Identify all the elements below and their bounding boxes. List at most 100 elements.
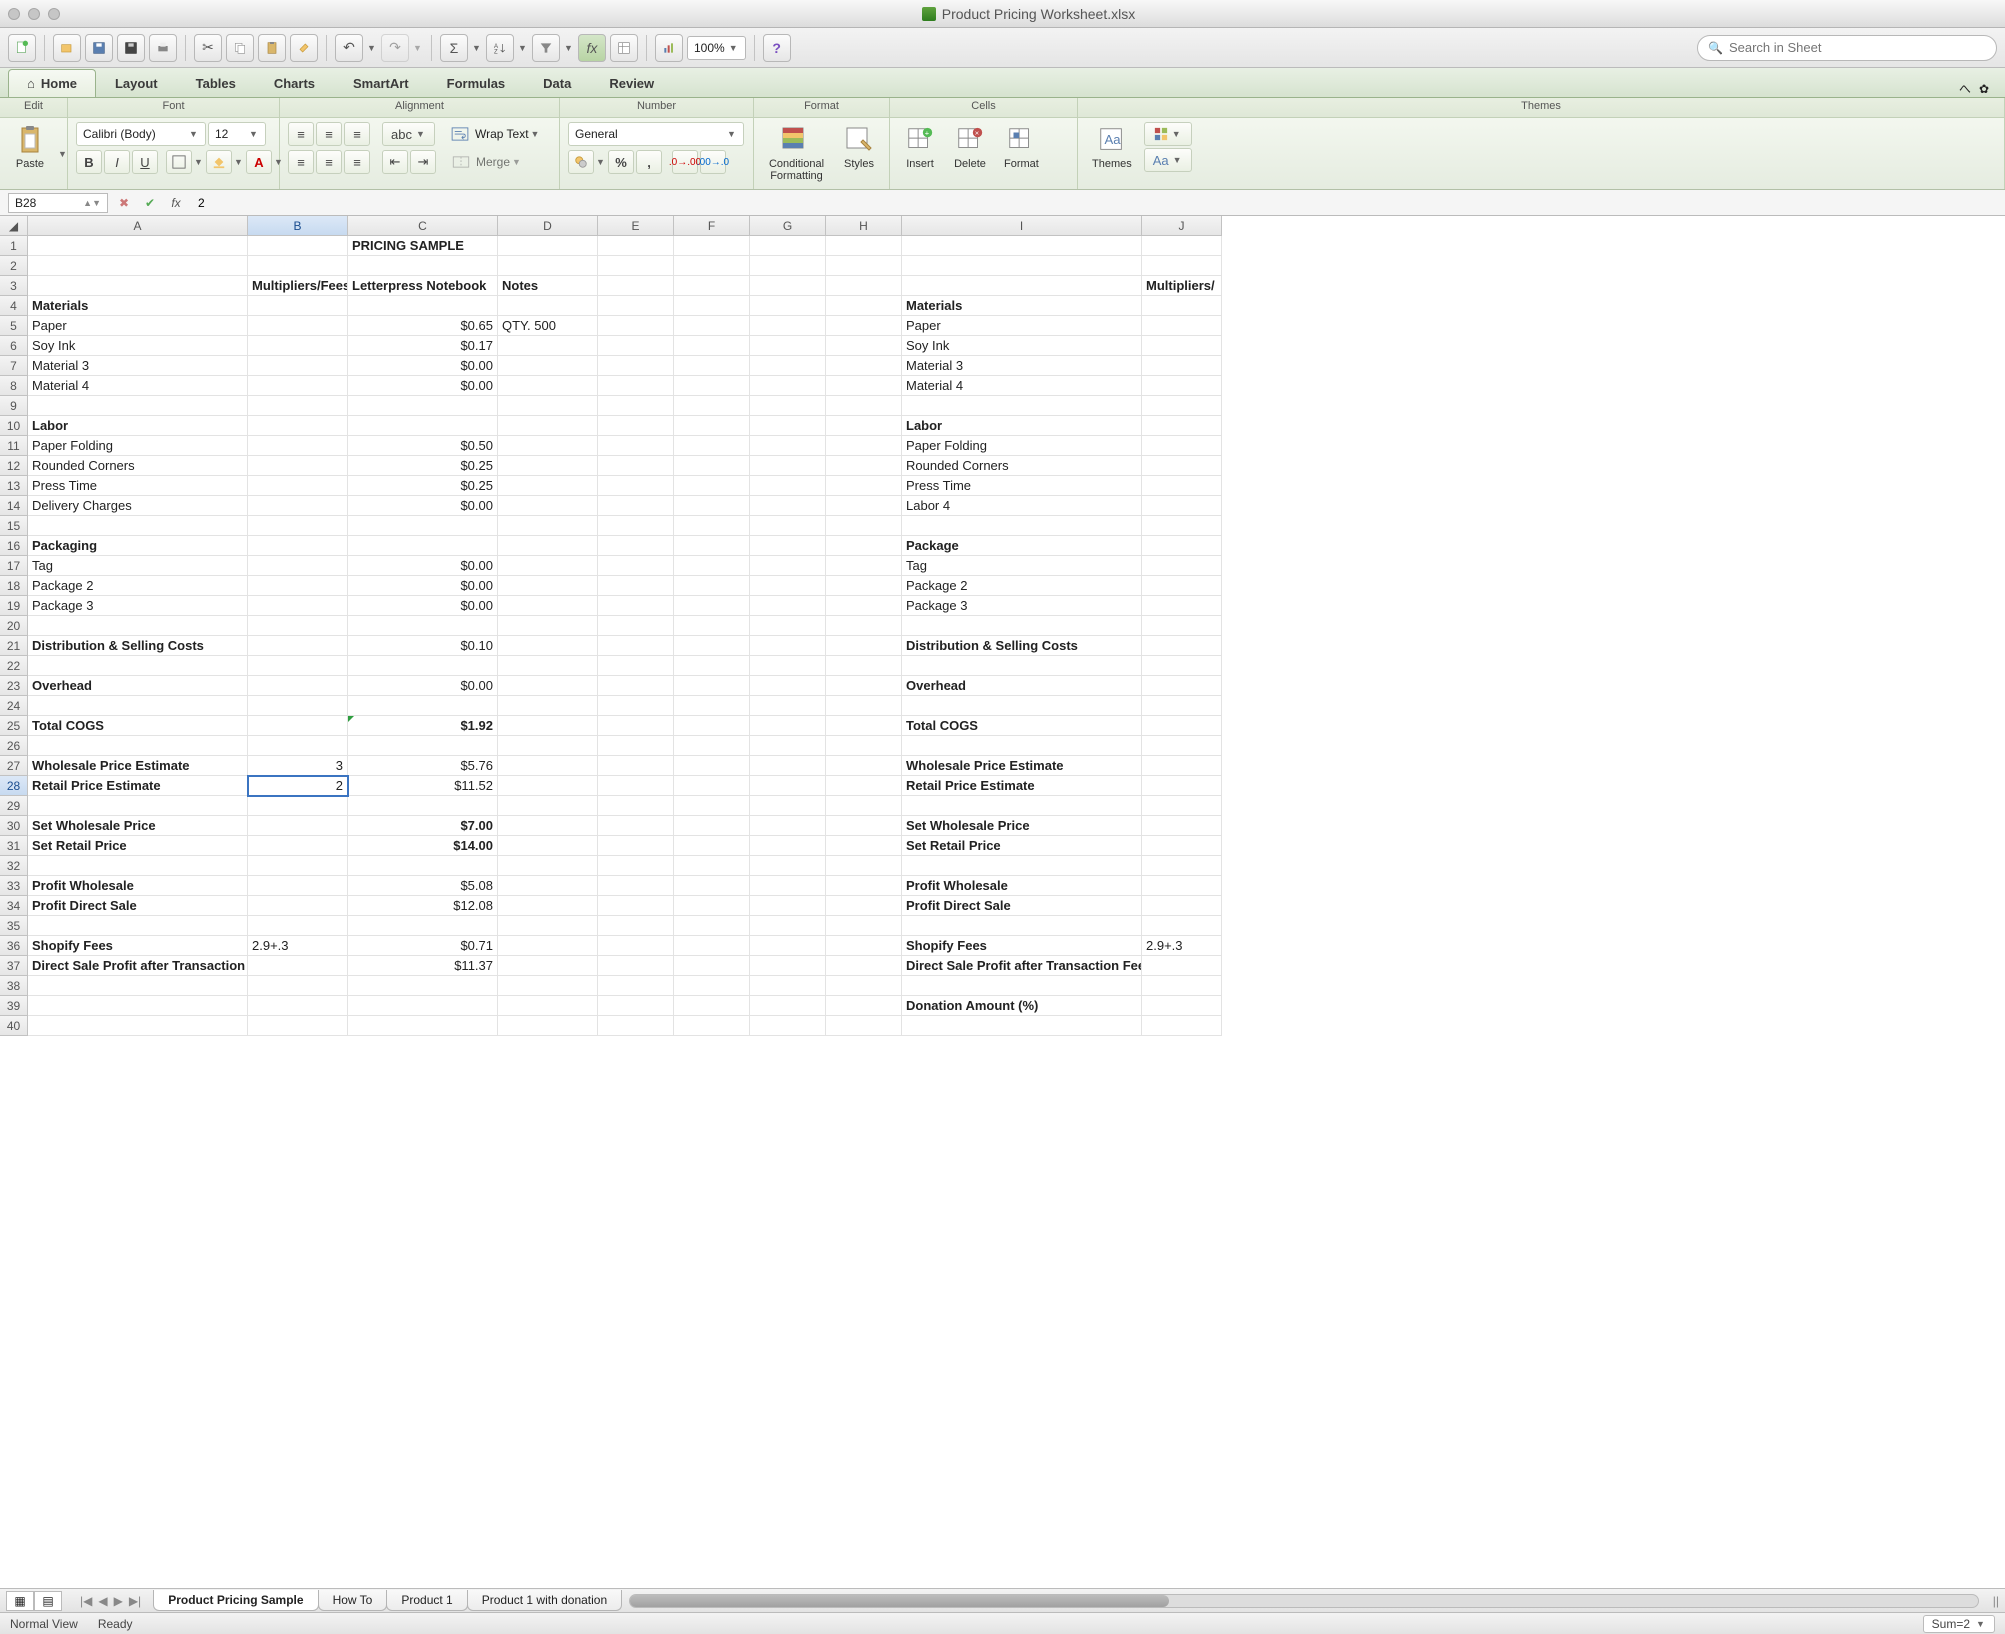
cell-G5[interactable] [750, 316, 826, 336]
ribbon-settings-icon[interactable]: ✿ [1979, 82, 1989, 96]
page-layout-view-button[interactable]: ▤ [34, 1591, 62, 1611]
cell-C12[interactable]: $0.25 [348, 456, 498, 476]
row-header-6[interactable]: 6 [0, 336, 28, 356]
cell-G10[interactable] [750, 416, 826, 436]
cell-B30[interactable] [248, 816, 348, 836]
row-header-39[interactable]: 39 [0, 996, 28, 1016]
row-header-23[interactable]: 23 [0, 676, 28, 696]
cell-B19[interactable] [248, 596, 348, 616]
cell-B23[interactable] [248, 676, 348, 696]
cell-F25[interactable] [674, 716, 750, 736]
cell-G12[interactable] [750, 456, 826, 476]
cell-J12[interactable] [1142, 456, 1222, 476]
orientation-button[interactable]: abc▼ [382, 122, 435, 146]
increase-indent-button[interactable]: ⇥ [410, 150, 436, 174]
sheet-tab-3[interactable]: Product 1 with donation [467, 1590, 622, 1611]
cell-J32[interactable] [1142, 856, 1222, 876]
cell-B2[interactable] [248, 256, 348, 276]
cell-F30[interactable] [674, 816, 750, 836]
new-doc-button[interactable] [8, 34, 36, 62]
zoom-window-icon[interactable] [48, 8, 60, 20]
row-header-15[interactable]: 15 [0, 516, 28, 536]
cell-F15[interactable] [674, 516, 750, 536]
cell-C29[interactable] [348, 796, 498, 816]
cell-A10[interactable]: Labor [28, 416, 248, 436]
zoom-selector[interactable]: 100%▼ [687, 36, 746, 60]
cell-A25[interactable]: Total COGS [28, 716, 248, 736]
cell-D7[interactable] [498, 356, 598, 376]
sort-button[interactable]: AZ [486, 34, 514, 62]
cell-G33[interactable] [750, 876, 826, 896]
cell-A18[interactable]: Package 2 [28, 576, 248, 596]
cell-G25[interactable] [750, 716, 826, 736]
cell-H7[interactable] [826, 356, 902, 376]
sum-display[interactable]: Sum=2 ▼ [1923, 1615, 1995, 1633]
cell-B25[interactable] [248, 716, 348, 736]
cell-F8[interactable] [674, 376, 750, 396]
cell-J27[interactable] [1142, 756, 1222, 776]
cell-B33[interactable] [248, 876, 348, 896]
cell-F27[interactable] [674, 756, 750, 776]
cell-A36[interactable]: Shopify Fees [28, 936, 248, 956]
cell-J3[interactable]: Multipliers/ [1142, 276, 1222, 296]
cell-E40[interactable] [598, 1016, 674, 1036]
conditional-formatting-button[interactable]: Conditional Formatting [762, 122, 831, 184]
cell-A13[interactable]: Press Time [28, 476, 248, 496]
cell-H1[interactable] [826, 236, 902, 256]
undo-dropdown[interactable]: ▼ [367, 43, 377, 53]
row-header-37[interactable]: 37 [0, 956, 28, 976]
cell-H23[interactable] [826, 676, 902, 696]
cell-F2[interactable] [674, 256, 750, 276]
sheet-last-icon[interactable]: ▶| [127, 1594, 143, 1608]
cell-H21[interactable] [826, 636, 902, 656]
cell-C1[interactable]: PRICING SAMPLE [348, 236, 498, 256]
cell-D11[interactable] [498, 436, 598, 456]
cell-E4[interactable] [598, 296, 674, 316]
cell-E30[interactable] [598, 816, 674, 836]
cell-H16[interactable] [826, 536, 902, 556]
row-header-21[interactable]: 21 [0, 636, 28, 656]
cell-B5[interactable] [248, 316, 348, 336]
search-box[interactable]: 🔍 [1697, 35, 1997, 61]
filter-button[interactable] [532, 34, 560, 62]
row-header-13[interactable]: 13 [0, 476, 28, 496]
col-header-B[interactable]: B [248, 216, 348, 236]
cell-I18[interactable]: Package 2 [902, 576, 1142, 596]
row-header-35[interactable]: 35 [0, 916, 28, 936]
row-header-24[interactable]: 24 [0, 696, 28, 716]
row-header-3[interactable]: 3 [0, 276, 28, 296]
row-header-29[interactable]: 29 [0, 796, 28, 816]
cell-J34[interactable] [1142, 896, 1222, 916]
cell-F36[interactable] [674, 936, 750, 956]
cell-B11[interactable] [248, 436, 348, 456]
row-header-9[interactable]: 9 [0, 396, 28, 416]
cell-I10[interactable]: Labor [902, 416, 1142, 436]
fx-toggle-button[interactable]: fx [578, 34, 606, 62]
cell-F28[interactable] [674, 776, 750, 796]
wrap-text-dropdown[interactable]: ▼ [531, 129, 541, 139]
cell-E14[interactable] [598, 496, 674, 516]
cell-A12[interactable]: Rounded Corners [28, 456, 248, 476]
cell-I34[interactable]: Profit Direct Sale [902, 896, 1142, 916]
cell-A16[interactable]: Packaging [28, 536, 248, 556]
cell-F20[interactable] [674, 616, 750, 636]
cell-A28[interactable]: Retail Price Estimate [28, 776, 248, 796]
align-middle-button[interactable]: ≡ [316, 122, 342, 146]
col-header-G[interactable]: G [750, 216, 826, 236]
cell-F14[interactable] [674, 496, 750, 516]
cell-I30[interactable]: Set Wholesale Price [902, 816, 1142, 836]
collapse-ribbon-icon[interactable]: へ [1959, 80, 1971, 97]
cell-H34[interactable] [826, 896, 902, 916]
cell-J16[interactable] [1142, 536, 1222, 556]
cell-C3[interactable]: Letterpress Notebook [348, 276, 498, 296]
cell-I8[interactable]: Material 4 [902, 376, 1142, 396]
cell-A32[interactable] [28, 856, 248, 876]
currency-dropdown[interactable]: ▼ [596, 157, 606, 167]
tab-charts[interactable]: Charts [255, 69, 334, 97]
cell-B17[interactable] [248, 556, 348, 576]
cell-A7[interactable]: Material 3 [28, 356, 248, 376]
paste-button[interactable] [258, 34, 286, 62]
cell-D10[interactable] [498, 416, 598, 436]
styles-button[interactable]: Styles [837, 122, 881, 172]
percent-button[interactable]: % [608, 150, 634, 174]
